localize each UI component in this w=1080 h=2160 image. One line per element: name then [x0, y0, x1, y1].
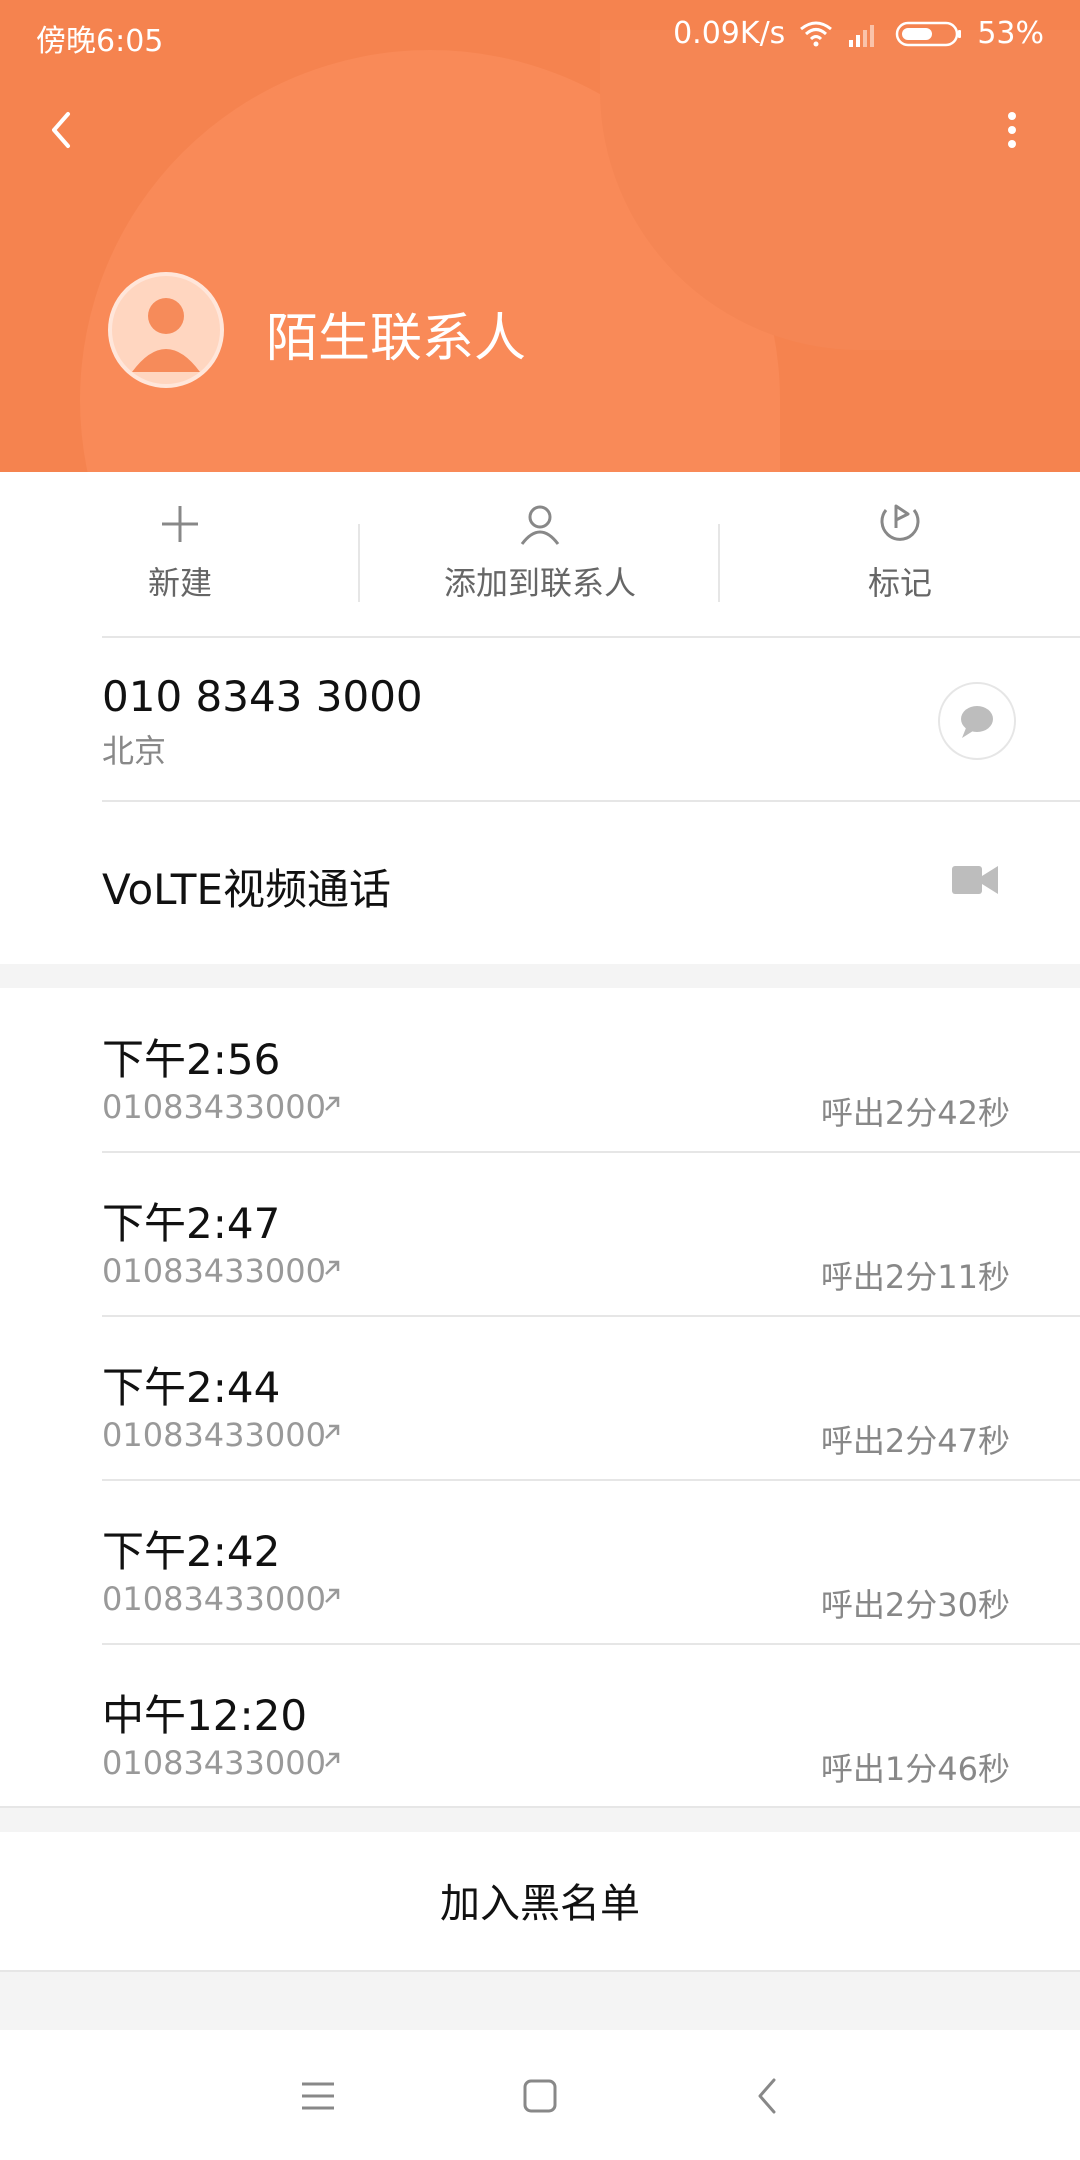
outgoing-call-icon [325, 1260, 340, 1275]
call-number: 01083433000 [102, 1252, 326, 1290]
section-gap [0, 1970, 1080, 2032]
call-duration: 呼出2分47秒 [820, 1422, 1010, 1460]
phone-location: 北京 [102, 732, 167, 770]
call-number: 01083433000 [102, 1580, 326, 1618]
flag-icon [880, 504, 920, 541]
call-time: 下午2:44 [102, 1363, 281, 1412]
call-log-item[interactable]: 下午2:56 01083433000 呼出2分42秒 [0, 988, 1080, 1152]
call-log-item[interactable]: 下午2:42 01083433000 呼出2分30秒 [0, 1480, 1080, 1644]
avatar [108, 272, 224, 388]
action-mark[interactable]: 标记 [720, 472, 1080, 636]
status-right: 0.09K/s 53% [673, 16, 1044, 51]
wifi-icon [800, 21, 833, 46]
add-to-blacklist-button[interactable]: 加入黑名单 [0, 1830, 1080, 1970]
action-new[interactable]: 新建 [0, 472, 360, 636]
outgoing-call-icon [325, 1424, 340, 1439]
menu-icon[interactable] [294, 2072, 342, 2120]
status-time: 傍晚6:05 [36, 24, 164, 59]
call-duration: 呼出2分42秒 [820, 1094, 1010, 1132]
status-bar: 傍晚6:05 0.09K/s 53% [0, 0, 1080, 68]
back-arrow-icon[interactable] [34, 102, 90, 158]
section-gap [0, 964, 1080, 988]
action-add-label: 添加到联系人 [443, 564, 636, 602]
action-add-to-contacts[interactable]: 添加到联系人 [360, 472, 720, 636]
message-button[interactable] [938, 682, 1016, 760]
phone-number[interactable]: 010 8343 3000 [102, 672, 423, 721]
call-number: 01083433000 [102, 1744, 326, 1782]
more-vertical-icon[interactable] [996, 102, 1028, 158]
battery-percent: 53% [977, 16, 1044, 51]
video-camera-icon[interactable] [952, 862, 998, 898]
call-log-item[interactable]: 下午2:44 01083433000 呼出2分47秒 [0, 1316, 1080, 1480]
outgoing-call-icon [325, 1588, 340, 1603]
navigation-bar [0, 2030, 1080, 2160]
call-log-item[interactable]: 中午12:20 01083433000 呼出1分46秒 [0, 1644, 1080, 1808]
network-speed: 0.09K/s [673, 16, 786, 51]
call-number: 01083433000 [102, 1088, 326, 1126]
call-time: 下午2:47 [102, 1199, 281, 1248]
call-time: 中午12:20 [102, 1691, 308, 1740]
action-separator [718, 524, 720, 602]
default-avatar-icon [132, 298, 200, 372]
back-icon[interactable] [744, 2072, 792, 2120]
battery-icon [896, 21, 962, 46]
home-icon[interactable] [516, 2072, 564, 2120]
action-new-label: 新建 [147, 564, 212, 602]
call-number: 01083433000 [102, 1416, 326, 1454]
signal-icon [849, 24, 875, 47]
person-icon [520, 505, 560, 545]
call-duration: 呼出2分30秒 [820, 1586, 1010, 1624]
action-mark-label: 标记 [867, 564, 932, 602]
message-icon [961, 706, 993, 738]
plus-icon [162, 506, 198, 542]
call-time: 下午2:56 [102, 1035, 281, 1084]
call-time: 下午2:42 [102, 1527, 281, 1576]
outgoing-call-icon [325, 1096, 340, 1111]
contact-name: 陌生联系人 [266, 309, 527, 369]
call-log-item[interactable]: 下午2:47 01083433000 呼出2分11秒 [0, 1152, 1080, 1316]
section-gap [0, 1806, 1080, 1832]
call-duration: 呼出2分11秒 [820, 1258, 1010, 1296]
call-duration: 呼出1分46秒 [820, 1750, 1010, 1788]
outgoing-call-icon [325, 1752, 340, 1767]
contact-header: 傍晚6:05 0.09K/s 53% 陌生联系人 [0, 0, 1080, 472]
action-bar: 新建 添加到联系人 标记 [0, 472, 1080, 636]
action-separator [358, 524, 360, 602]
video-call-label[interactable]: VoLTE视频通话 [102, 856, 391, 917]
